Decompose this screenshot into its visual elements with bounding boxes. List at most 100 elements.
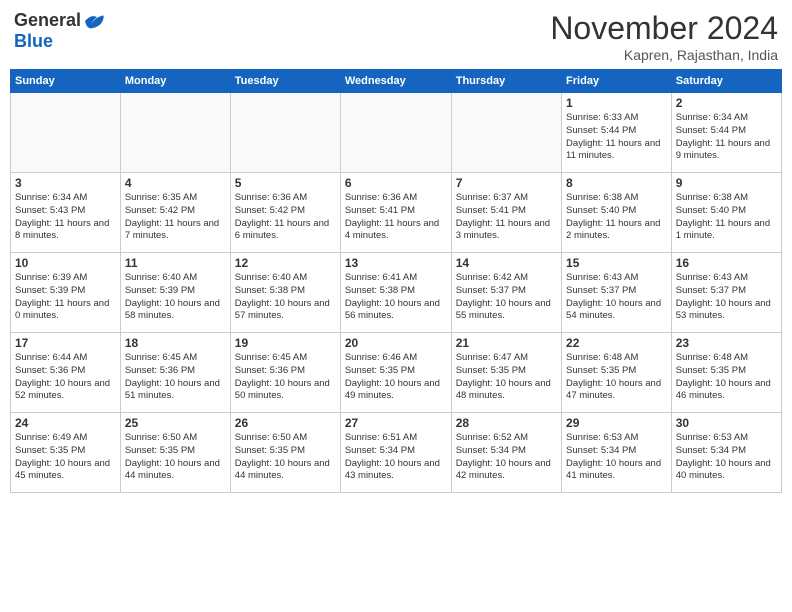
day-number: 27 bbox=[345, 416, 447, 430]
day-number: 9 bbox=[676, 176, 777, 190]
day-number: 19 bbox=[235, 336, 336, 350]
cell-content: Sunrise: 6:39 AM Sunset: 5:39 PM Dayligh… bbox=[15, 272, 116, 323]
calendar-cell: 25Sunrise: 6:50 AM Sunset: 5:35 PM Dayli… bbox=[120, 413, 230, 493]
day-number: 5 bbox=[235, 176, 336, 190]
calendar-cell bbox=[120, 93, 230, 173]
calendar-header: SundayMondayTuesdayWednesdayThursdayFrid… bbox=[11, 70, 782, 93]
day-number: 7 bbox=[456, 176, 557, 190]
calendar-cell: 3 Sunrise: 6:34 AM Sunset: 5:43 PM Daylig… bbox=[11, 173, 121, 253]
calendar-cell: 11 Sunrise: 6:40 AM Sunset: 5:39 PM Dayli… bbox=[120, 253, 230, 333]
day-number: 20 bbox=[345, 336, 447, 350]
calendar-cell: 1Sunrise: 6:33 AM Sunset: 5:44 PM Daylig… bbox=[562, 93, 672, 173]
day-number: 1 bbox=[566, 96, 667, 110]
day-header-monday: Monday bbox=[120, 70, 230, 93]
page-header: General Blue November 2024 Kapren, Rajas… bbox=[10, 10, 782, 63]
day-number: 23 bbox=[676, 336, 777, 350]
day-header-sunday: Sunday bbox=[11, 70, 121, 93]
cell-content: Sunrise: 6:42 AM Sunset: 5:37 PM Dayligh… bbox=[456, 272, 557, 323]
calendar-cell: 14 Sunrise: 6:42 AM Sunset: 5:37 PM Dayli… bbox=[451, 253, 561, 333]
calendar-week-4: 17Sunrise: 6:44 AM Sunset: 5:36 PM Dayli… bbox=[11, 333, 782, 413]
calendar-week-3: 10 Sunrise: 6:39 AM Sunset: 5:39 PM Dayli… bbox=[11, 253, 782, 333]
cell-content: Sunrise: 6:47 AM Sunset: 5:35 PM Dayligh… bbox=[456, 352, 557, 403]
day-number: 26 bbox=[235, 416, 336, 430]
calendar-week-1: 1Sunrise: 6:33 AM Sunset: 5:44 PM Daylig… bbox=[11, 93, 782, 173]
day-number: 11 bbox=[125, 256, 226, 270]
day-number: 2 bbox=[676, 96, 777, 110]
cell-content: Sunrise: 6:51 AM Sunset: 5:34 PM Dayligh… bbox=[345, 432, 447, 483]
calendar-cell: 10 Sunrise: 6:39 AM Sunset: 5:39 PM Dayli… bbox=[11, 253, 121, 333]
calendar-cell: 26 Sunrise: 6:50 AM Sunset: 5:35 PM Dayli… bbox=[230, 413, 340, 493]
location-subtitle: Kapren, Rajasthan, India bbox=[550, 47, 778, 63]
cell-content: Sunrise: 6:41 AM Sunset: 5:38 PM Dayligh… bbox=[345, 272, 447, 323]
cell-content: Sunrise: 6:45 AM Sunset: 5:36 PM Dayligh… bbox=[235, 352, 336, 403]
title-block: November 2024 Kapren, Rajasthan, India bbox=[550, 10, 778, 63]
calendar-cell: 29Sunrise: 6:53 AM Sunset: 5:34 PM Dayli… bbox=[562, 413, 672, 493]
cell-content: Sunrise: 6:53 AM Sunset: 5:34 PM Dayligh… bbox=[676, 432, 777, 483]
day-number: 3 bbox=[15, 176, 116, 190]
calendar-cell: 23 Sunrise: 6:48 AM Sunset: 5:35 PM Dayli… bbox=[671, 333, 781, 413]
day-number: 29 bbox=[566, 416, 667, 430]
calendar-cell: 9 Sunrise: 6:38 AM Sunset: 5:40 PM Daylig… bbox=[671, 173, 781, 253]
cell-content: Sunrise: 6:43 AM Sunset: 5:37 PM Dayligh… bbox=[566, 272, 667, 323]
calendar-cell: 2 Sunrise: 6:34 AM Sunset: 5:44 PM Daylig… bbox=[671, 93, 781, 173]
day-header-thursday: Thursday bbox=[451, 70, 561, 93]
day-number: 12 bbox=[235, 256, 336, 270]
calendar-cell: 18 Sunrise: 6:45 AM Sunset: 5:36 PM Dayli… bbox=[120, 333, 230, 413]
day-number: 14 bbox=[456, 256, 557, 270]
day-number: 21 bbox=[456, 336, 557, 350]
logo-general-text: General bbox=[14, 10, 81, 31]
day-number: 15 bbox=[566, 256, 667, 270]
cell-content: Sunrise: 6:52 AM Sunset: 5:34 PM Dayligh… bbox=[456, 432, 557, 483]
day-number: 13 bbox=[345, 256, 447, 270]
logo: General Blue bbox=[14, 10, 105, 52]
calendar-body: 1Sunrise: 6:33 AM Sunset: 5:44 PM Daylig… bbox=[11, 93, 782, 493]
calendar-cell bbox=[11, 93, 121, 173]
day-header-friday: Friday bbox=[562, 70, 672, 93]
cell-content: Sunrise: 6:40 AM Sunset: 5:39 PM Dayligh… bbox=[125, 272, 226, 323]
calendar-cell: 27 Sunrise: 6:51 AM Sunset: 5:34 PM Dayli… bbox=[340, 413, 451, 493]
cell-content: Sunrise: 6:50 AM Sunset: 5:35 PM Dayligh… bbox=[235, 432, 336, 483]
calendar-cell: 30 Sunrise: 6:53 AM Sunset: 5:34 PM Dayli… bbox=[671, 413, 781, 493]
calendar-cell: 21 Sunrise: 6:47 AM Sunset: 5:35 PM Dayli… bbox=[451, 333, 561, 413]
calendar-cell: 20 Sunrise: 6:46 AM Sunset: 5:35 PM Dayli… bbox=[340, 333, 451, 413]
calendar-cell: 15 Sunrise: 6:43 AM Sunset: 5:37 PM Dayli… bbox=[562, 253, 672, 333]
day-number: 28 bbox=[456, 416, 557, 430]
calendar-cell bbox=[451, 93, 561, 173]
cell-content: Sunrise: 6:38 AM Sunset: 5:40 PM Dayligh… bbox=[566, 192, 667, 243]
calendar-cell: 16 Sunrise: 6:43 AM Sunset: 5:37 PM Dayli… bbox=[671, 253, 781, 333]
day-number: 4 bbox=[125, 176, 226, 190]
calendar-cell: 13 Sunrise: 6:41 AM Sunset: 5:38 PM Dayli… bbox=[340, 253, 451, 333]
month-title: November 2024 bbox=[550, 10, 778, 47]
day-number: 10 bbox=[15, 256, 116, 270]
day-number: 25 bbox=[125, 416, 226, 430]
cell-content: Sunrise: 6:40 AM Sunset: 5:38 PM Dayligh… bbox=[235, 272, 336, 323]
cell-content: Sunrise: 6:46 AM Sunset: 5:35 PM Dayligh… bbox=[345, 352, 447, 403]
cell-content: Sunrise: 6:43 AM Sunset: 5:37 PM Dayligh… bbox=[676, 272, 777, 323]
cell-content: Sunrise: 6:36 AM Sunset: 5:42 PM Dayligh… bbox=[235, 192, 336, 243]
day-header-tuesday: Tuesday bbox=[230, 70, 340, 93]
day-number: 18 bbox=[125, 336, 226, 350]
calendar-cell bbox=[230, 93, 340, 173]
calendar-cell: 4Sunrise: 6:35 AM Sunset: 5:42 PM Daylig… bbox=[120, 173, 230, 253]
cell-content: Sunrise: 6:48 AM Sunset: 5:35 PM Dayligh… bbox=[676, 352, 777, 403]
calendar-cell: 12 Sunrise: 6:40 AM Sunset: 5:38 PM Dayli… bbox=[230, 253, 340, 333]
cell-content: Sunrise: 6:34 AM Sunset: 5:44 PM Dayligh… bbox=[676, 112, 777, 163]
calendar-cell: 24Sunrise: 6:49 AM Sunset: 5:35 PM Dayli… bbox=[11, 413, 121, 493]
calendar-cell: 8Sunrise: 6:38 AM Sunset: 5:40 PM Daylig… bbox=[562, 173, 672, 253]
cell-content: Sunrise: 6:49 AM Sunset: 5:35 PM Dayligh… bbox=[15, 432, 116, 483]
cell-content: Sunrise: 6:38 AM Sunset: 5:40 PM Dayligh… bbox=[676, 192, 777, 243]
day-number: 17 bbox=[15, 336, 116, 350]
cell-content: Sunrise: 6:34 AM Sunset: 5:43 PM Dayligh… bbox=[15, 192, 116, 243]
day-number: 30 bbox=[676, 416, 777, 430]
calendar-table: SundayMondayTuesdayWednesdayThursdayFrid… bbox=[10, 69, 782, 493]
cell-content: Sunrise: 6:48 AM Sunset: 5:35 PM Dayligh… bbox=[566, 352, 667, 403]
calendar-cell: 22Sunrise: 6:48 AM Sunset: 5:35 PM Dayli… bbox=[562, 333, 672, 413]
header-row: SundayMondayTuesdayWednesdayThursdayFrid… bbox=[11, 70, 782, 93]
calendar-cell: 6Sunrise: 6:36 AM Sunset: 5:41 PM Daylig… bbox=[340, 173, 451, 253]
calendar-week-2: 3 Sunrise: 6:34 AM Sunset: 5:43 PM Daylig… bbox=[11, 173, 782, 253]
day-number: 16 bbox=[676, 256, 777, 270]
calendar-cell: 19 Sunrise: 6:45 AM Sunset: 5:36 PM Dayli… bbox=[230, 333, 340, 413]
logo-bird-icon bbox=[83, 12, 105, 30]
cell-content: Sunrise: 6:45 AM Sunset: 5:36 PM Dayligh… bbox=[125, 352, 226, 403]
calendar-week-5: 24Sunrise: 6:49 AM Sunset: 5:35 PM Dayli… bbox=[11, 413, 782, 493]
